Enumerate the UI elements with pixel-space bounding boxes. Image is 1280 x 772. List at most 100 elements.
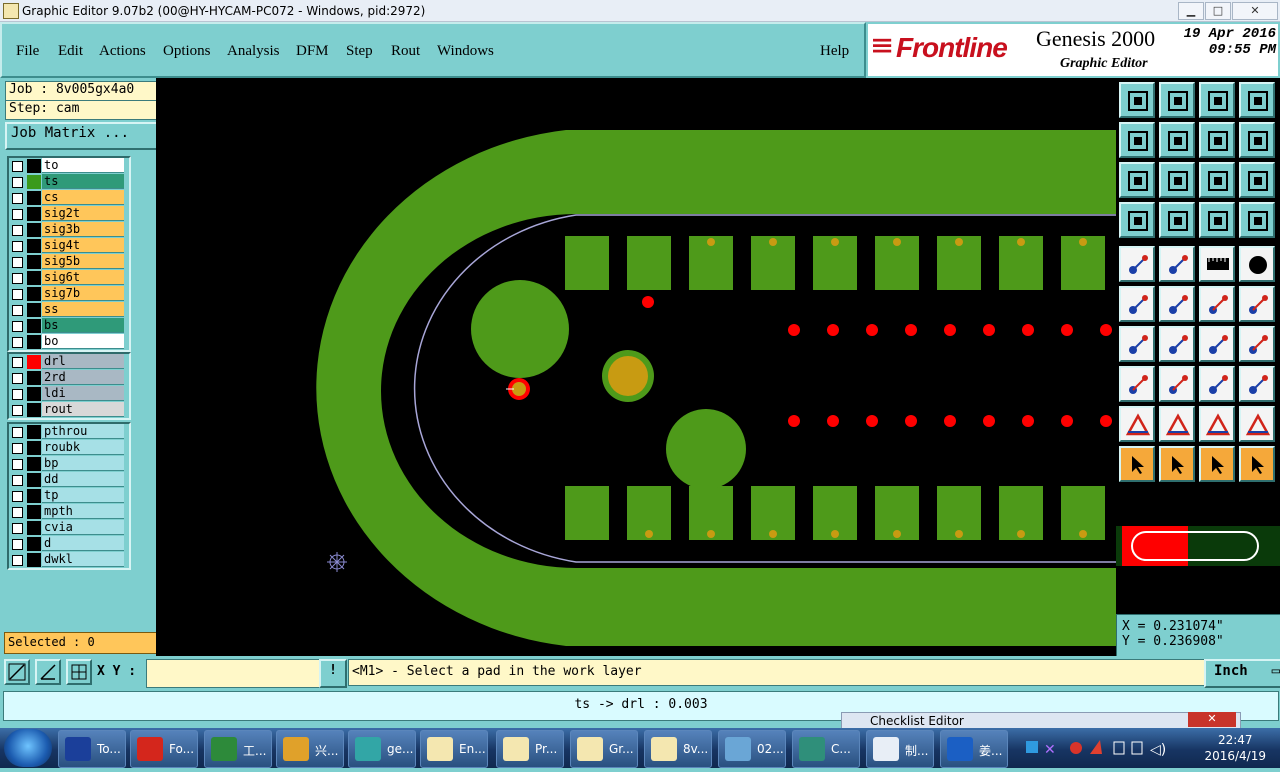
tool-pad-red-button[interactable] bbox=[1199, 286, 1235, 322]
layer-name[interactable]: sig7b bbox=[42, 286, 124, 301]
checklist-close-button[interactable]: ✕ bbox=[1188, 712, 1236, 727]
layer-checkbox[interactable] bbox=[12, 443, 23, 454]
menu-edit[interactable]: Edit bbox=[58, 43, 83, 60]
layer-color-swatch[interactable] bbox=[27, 473, 41, 487]
tool-shape-button[interactable] bbox=[1159, 246, 1195, 282]
layer-row-bp[interactable]: bp bbox=[9, 456, 129, 472]
taskbar-item[interactable]: 工... bbox=[204, 730, 272, 768]
layer-row-rout[interactable]: rout bbox=[9, 402, 129, 418]
tool-slash-button[interactable] bbox=[1159, 326, 1195, 362]
tool-line-button[interactable] bbox=[1119, 326, 1155, 362]
layer-row-sig3b[interactable]: sig3b bbox=[9, 222, 129, 238]
taskbar-item[interactable]: 制... bbox=[866, 730, 934, 768]
minimize-button[interactable]: ▁ bbox=[1178, 2, 1204, 20]
layer-name[interactable]: cvia bbox=[42, 520, 124, 535]
tool-pad-red2-button[interactable] bbox=[1239, 286, 1275, 322]
layer-checkbox[interactable] bbox=[12, 177, 23, 188]
tool-home-button[interactable] bbox=[1199, 82, 1235, 118]
tool-measure-button[interactable] bbox=[1199, 366, 1235, 402]
tool-swap-button[interactable] bbox=[1199, 122, 1235, 158]
layer-color-swatch[interactable] bbox=[27, 371, 41, 385]
menu-options[interactable]: Options bbox=[163, 43, 211, 60]
layer-row-ss[interactable]: ss bbox=[9, 302, 129, 318]
menu-dfm[interactable]: DFM bbox=[296, 43, 329, 60]
layer-name[interactable]: ss bbox=[42, 302, 124, 317]
taskbar-item[interactable]: To... bbox=[58, 730, 126, 768]
layer-color-swatch[interactable] bbox=[27, 175, 41, 189]
menu-windows[interactable]: Windows bbox=[437, 43, 494, 60]
layer-row-mpth[interactable]: mpth bbox=[9, 504, 129, 520]
layer-color-swatch[interactable] bbox=[27, 457, 41, 471]
menu-help[interactable]: Help bbox=[820, 43, 849, 60]
tool-layers-red2-button[interactable] bbox=[1239, 202, 1275, 238]
pcb-view[interactable] bbox=[156, 78, 1116, 656]
tool-triangle-button[interactable] bbox=[1119, 406, 1155, 442]
maximize-button[interactable]: □ bbox=[1205, 2, 1231, 20]
layer-row-cs[interactable]: cs bbox=[9, 190, 129, 206]
layer-checkbox[interactable] bbox=[12, 257, 23, 268]
tool-circles-button[interactable] bbox=[1239, 366, 1275, 402]
layer-name[interactable]: rout bbox=[42, 402, 124, 417]
tool-frame-red-button[interactable] bbox=[1239, 326, 1275, 362]
layer-name[interactable]: roubk bbox=[42, 440, 124, 455]
layer-row-drl[interactable]: drl bbox=[9, 354, 129, 370]
layer-checkbox[interactable] bbox=[12, 475, 23, 486]
layer-checkbox[interactable] bbox=[12, 405, 23, 416]
layer-checkbox[interactable] bbox=[12, 491, 23, 502]
layer-name[interactable]: 2rd bbox=[42, 370, 124, 385]
layer-name[interactable]: drl bbox=[42, 354, 124, 369]
layer-row-sig6t[interactable]: sig6t bbox=[9, 270, 129, 286]
tool-down-arrow-button[interactable] bbox=[1159, 82, 1195, 118]
layer-row-sig5b[interactable]: sig5b bbox=[9, 254, 129, 270]
unit-selector[interactable]: Inch ▭ bbox=[1204, 659, 1280, 688]
layer-color-swatch[interactable] bbox=[27, 553, 41, 567]
tool-cross-button[interactable] bbox=[1159, 286, 1195, 322]
layer-row-tp[interactable]: tp bbox=[9, 488, 129, 504]
layer-color-swatch[interactable] bbox=[27, 255, 41, 269]
tool-layers-red-button[interactable] bbox=[1199, 202, 1235, 238]
tool-right-arrow-button[interactable] bbox=[1159, 122, 1195, 158]
layer-name[interactable]: d bbox=[42, 536, 124, 551]
taskbar-item[interactable]: Gr... bbox=[570, 730, 638, 768]
xy-input[interactable] bbox=[146, 659, 320, 688]
taskbar-item[interactable]: 兴... bbox=[276, 730, 344, 768]
layer-color-swatch[interactable] bbox=[27, 425, 41, 439]
tool-triangle-a-button[interactable] bbox=[1159, 406, 1195, 442]
layer-checkbox[interactable] bbox=[12, 523, 23, 534]
layer-color-swatch[interactable] bbox=[27, 223, 41, 237]
layer-row-sig2t[interactable]: sig2t bbox=[9, 206, 129, 222]
taskbar-item[interactable]: 姜... bbox=[940, 730, 1008, 768]
layer-name[interactable]: cs bbox=[42, 190, 124, 205]
layer-color-swatch[interactable] bbox=[27, 387, 41, 401]
layer-checkbox[interactable] bbox=[12, 555, 23, 566]
tool-help-button[interactable] bbox=[1239, 162, 1275, 198]
layer-color-swatch[interactable] bbox=[27, 537, 41, 551]
tool-fit-screen-button[interactable] bbox=[1119, 162, 1155, 198]
layer-color-swatch[interactable] bbox=[27, 355, 41, 369]
tool-arch-arrow-button[interactable] bbox=[1239, 406, 1275, 442]
tool-pad-button[interactable] bbox=[1239, 246, 1275, 282]
layer-name[interactable]: bs bbox=[42, 318, 124, 333]
tool-arc-button[interactable] bbox=[1199, 326, 1235, 362]
layer-checkbox[interactable] bbox=[12, 427, 23, 438]
layer-row-ts[interactable]: ts bbox=[9, 174, 129, 190]
layer-color-swatch[interactable] bbox=[27, 521, 41, 535]
layer-checkbox[interactable] bbox=[12, 373, 23, 384]
layer-checkbox[interactable] bbox=[12, 459, 23, 470]
job-matrix-button[interactable]: Job Matrix ... bbox=[5, 122, 161, 150]
layer-checkbox[interactable] bbox=[12, 273, 23, 284]
layer-checkbox[interactable] bbox=[12, 209, 23, 220]
layer-color-swatch[interactable] bbox=[27, 239, 41, 253]
layer-color-swatch[interactable] bbox=[27, 191, 41, 205]
layer-row-sig7b[interactable]: sig7b bbox=[9, 286, 129, 302]
layer-name[interactable]: ts bbox=[42, 174, 124, 189]
tool-frame-button[interactable] bbox=[1239, 82, 1275, 118]
tool-grid-button[interactable] bbox=[1159, 202, 1195, 238]
layer-name[interactable]: dd bbox=[42, 472, 124, 487]
layer-row-cvia[interactable]: cvia bbox=[9, 520, 129, 536]
tool-ratio-button[interactable] bbox=[1199, 162, 1235, 198]
layer-color-swatch[interactable] bbox=[27, 159, 41, 173]
layer-row-sig4t[interactable]: sig4t bbox=[9, 238, 129, 254]
layer-row-bo[interactable]: bo bbox=[9, 334, 129, 350]
taskbar-item[interactable]: ge... bbox=[348, 730, 416, 768]
